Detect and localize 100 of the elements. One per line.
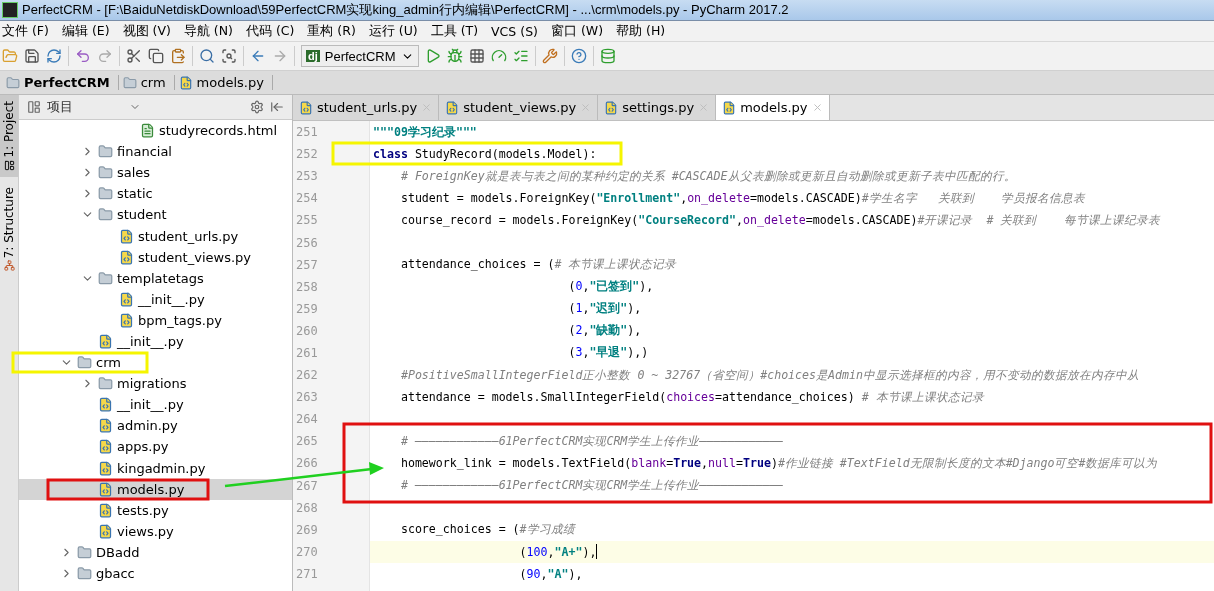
line-number: 270 [295,543,319,561]
menu-item[interactable]: 导航 (N) [183,22,233,40]
menu-item[interactable]: 代码 (C) [245,22,295,40]
breadcrumb[interactable]: models.py [178,75,273,90]
breadcrumb[interactable]: crm [122,75,175,90]
code-line: # ————————————61PerfectCRM实现CRM学生上传作业———————————— [399,433,784,449]
database-icon[interactable] [599,48,616,64]
redo-icon[interactable] [97,48,113,64]
save-icon[interactable] [24,48,40,64]
wrench-icon[interactable] [541,48,558,64]
tree-item[interactable]: student_urls.py [19,225,292,247]
code-line: (90,"A"), [518,566,583,581]
copy-icon[interactable] [148,48,164,64]
editor-tab[interactable]: models.py [716,95,830,120]
folder-icon [6,75,20,90]
breadcrumb[interactable]: PerfectCRM [6,75,119,90]
folder-icon [98,376,113,392]
folder-icon [98,270,113,286]
tree-item[interactable]: DBadd [19,541,292,563]
tree-item[interactable]: admin.py [19,415,292,437]
editor-tab[interactable]: student_views.py [439,95,599,120]
window-title: PerfectCRM - [F:\BaiduNetdiskDownload\59PerfectCRM实现king_admin行内编辑\PerfectCRM] - ...\crm\models.py - PyCharm 2017.2 [22,1,789,19]
forward-arrow-icon[interactable] [272,48,288,64]
menu-item[interactable]: 重构 (R) [307,22,356,40]
code-line: (3,"早退"),) [567,345,649,361]
tree-item[interactable]: apps.py [19,436,292,458]
grid-icon[interactable] [468,48,485,64]
folder-icon [98,144,113,160]
tree-item[interactable]: templatetags [19,267,292,289]
folder-icon [77,355,92,371]
code-line: (1,"迟到"), [567,301,642,317]
paste-icon[interactable] [170,48,186,64]
python-file-icon [119,291,134,307]
python-file-icon [299,100,313,115]
tree-item[interactable]: studyrecords.html [19,120,292,142]
code-line: """09学习纪录""" [372,124,477,140]
menu-item[interactable]: 窗口 (W) [550,22,604,40]
menu-item[interactable]: VCS (S) [491,23,538,39]
folder-icon [122,75,137,90]
django-icon: dj [306,50,320,62]
list-check-icon[interactable] [512,48,529,64]
folder-icon [98,165,113,181]
menu-item[interactable]: 运行 (U) [368,22,418,40]
python-file-icon [178,75,193,90]
tree-item[interactable]: student_views.py [19,246,292,268]
tree-item[interactable]: student [19,204,292,226]
undo-icon[interactable] [75,48,91,64]
line-number: 264 [295,411,319,429]
tool-window-tab[interactable]: 7: Structure [0,180,18,277]
python-file-icon [98,397,113,413]
tree-item[interactable]: crm [19,352,292,374]
tree-item[interactable]: kingadmin.py [19,457,292,479]
tree-item[interactable]: __init__.py [19,288,292,310]
line-number: 254 [295,190,319,208]
menu-item[interactable]: 文件 (F) [2,22,49,40]
tree-item[interactable]: tests.py [19,499,292,521]
line-number: 251 [295,124,319,142]
python-file-icon [119,312,134,328]
search-icon[interactable] [199,48,215,64]
menu-item[interactable]: 编辑 (E) [61,22,110,40]
run-config-dropdown[interactable]: dj PerfectCRM [301,45,419,67]
code-editor[interactable] [293,121,1214,591]
tree-item[interactable]: views.py [19,520,292,542]
tree-item[interactable]: gbacc [19,562,292,585]
help-icon[interactable] [570,48,587,64]
tree-item[interactable]: __init__.py [19,394,292,416]
menu-item[interactable]: 工具 (T) [430,22,479,40]
line-number: 259 [295,300,319,318]
editor-tab[interactable]: student_urls.py [293,95,440,120]
code-line: course_record = models.ForeignKey("CourseRecord",on_delete=models.CASCADE)#开课记录 # 关联到 每节课上课纪录表 [399,212,1161,228]
python-file-icon [98,334,113,349]
python-file-icon [445,100,460,115]
line-number: 261 [295,345,319,362]
open-folder-icon[interactable] [2,48,18,64]
tree-item[interactable]: migrations [19,373,292,395]
code-line: (100,"A+"), [518,544,597,559]
tree-item[interactable]: __init__.py [19,330,292,353]
scissors-icon[interactable] [126,48,142,64]
menu-item[interactable]: 帮助 (H) [616,22,666,40]
tree-item[interactable]: financial [19,141,292,163]
bug-icon[interactable] [446,48,463,64]
menu-item[interactable]: 视图 (V) [122,22,171,40]
tree-item[interactable]: static [19,183,292,205]
sync-icon[interactable] [46,48,62,64]
python-file-icon [98,418,113,434]
line-number: 257 [295,256,319,274]
editor-tab[interactable]: settings.py [598,95,717,120]
gauge-icon[interactable] [490,48,507,64]
settings-icon[interactable] [250,100,264,114]
collapse-icon[interactable] [270,100,284,114]
tree-item[interactable]: sales [19,162,292,184]
tree-item[interactable]: bpm_tags.py [19,309,292,331]
tool-window-tab[interactable]: 1: Project [0,95,18,177]
folder-icon [77,544,92,560]
line-number: 267 [295,477,319,495]
panel-icon [27,100,41,114]
line-number: 258 [295,278,319,296]
line-number: 266 [295,455,319,473]
replace-icon[interactable] [221,48,237,64]
code-line: score_choices = (#学习成绩 [399,522,575,538]
